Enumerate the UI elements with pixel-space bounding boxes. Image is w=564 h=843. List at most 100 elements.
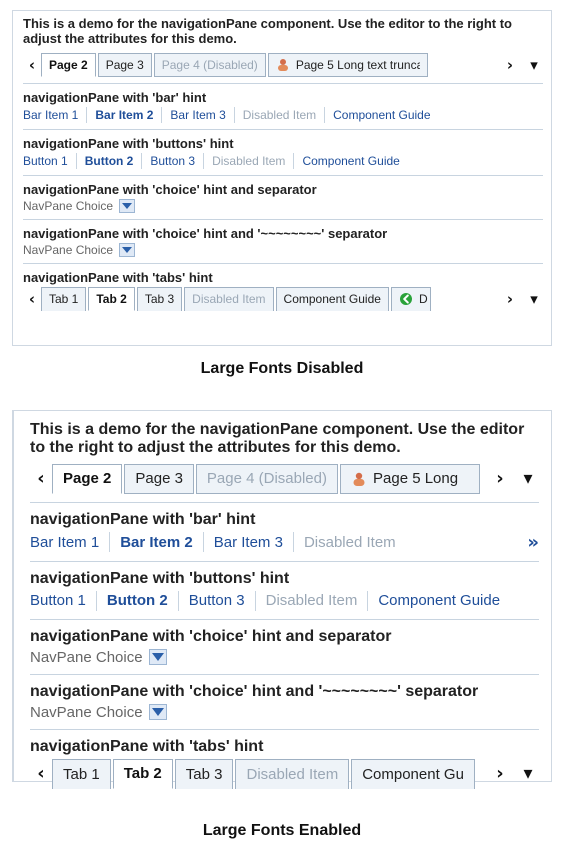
bar-item-3[interactable]: Bar Item 3 (214, 534, 283, 551)
section-bar: navigationPane with 'bar' hint Bar Item … (23, 90, 543, 123)
tabs-left-arrow-icon[interactable]: ‹ (23, 53, 41, 77)
nav-separator (203, 152, 205, 169)
button-component-guide[interactable]: Component Guide (378, 592, 500, 609)
bar-nav-row: Bar Item 1 Bar Item 2 Bar Item 3 Disable… (23, 106, 543, 123)
button-1[interactable]: Button 1 (30, 592, 86, 609)
tabs-row-left-arrow-icon[interactable]: ‹ (30, 759, 52, 789)
tab-label: Tab 2 (123, 765, 162, 783)
tab-component-guide[interactable]: Component Gu (351, 758, 475, 789)
buttons-nav-row: Button 1 Button 2 Button 3 Disabled Item… (30, 590, 539, 611)
tabs-row-right-arrow-icon[interactable]: › (489, 759, 511, 789)
section-hint: navigationPane with 'bar' hint (23, 89, 207, 105)
section-bar: navigationPane with 'bar' hint Bar Item … (30, 511, 539, 553)
button-2[interactable]: Button 2 (85, 154, 134, 168)
tab-label: Tab 1 (63, 765, 100, 783)
tabs-right-arrow-icon[interactable]: › (489, 464, 511, 494)
section-divider (30, 728, 539, 730)
tab-component-guide[interactable]: Component Guide (275, 286, 389, 311)
top-tab-page-4-disabled: Page 4 (Disabled) (153, 52, 266, 77)
bar-item-1[interactable]: Bar Item 1 (23, 108, 78, 122)
section-hint: navigationPane with 'buttons' hint (23, 135, 234, 151)
button-3[interactable]: Button 3 (189, 592, 245, 609)
section-tabs: navigationPane with 'tabs' hint ‹ Tab 1 … (23, 270, 543, 311)
tabs-menu-icon[interactable]: ▾ (525, 53, 543, 77)
dropdown-icon[interactable] (148, 704, 167, 721)
section-divider (23, 174, 543, 176)
tabs-row-left-arrow-icon[interactable]: ‹ (23, 287, 41, 311)
choice-label: NavPane Choice (30, 703, 143, 721)
top-tab-page-3[interactable]: Page 3 (97, 52, 152, 77)
buttons-nav-row: Button 1 Button 2 Button 3 Disabled Item… (23, 152, 543, 169)
caption-large-fonts-enabled: Large Fonts Enabled (202, 822, 362, 839)
button-3[interactable]: Button 3 (150, 154, 195, 168)
demo-panel-small: This is a demo for the navigationPane co… (12, 10, 552, 346)
top-tab-page-5-long[interactable]: Page 5 Long (340, 463, 480, 494)
choice-label: NavPane Choice (23, 198, 114, 213)
top-tab-page-2[interactable]: Page 2 (52, 463, 123, 494)
choice-row[interactable]: NavPane Choice (23, 242, 543, 257)
top-tabs: ‹ Page 2 Page 3 Page 4 (Disabled) Page 5… (23, 52, 543, 77)
button-2[interactable]: Button 2 (107, 592, 168, 609)
tabs-row-right-arrow-icon[interactable]: › (501, 287, 519, 311)
top-tab-label: Page 2 (49, 57, 88, 72)
tab-2[interactable]: Tab 2 (88, 286, 135, 311)
tab-2[interactable]: Tab 2 (112, 758, 173, 789)
person-icon (351, 471, 367, 487)
section-divider (23, 218, 543, 220)
tabs-right-controls: › ▾ (501, 53, 543, 77)
dropdown-icon[interactable] (119, 198, 136, 213)
choice-row[interactable]: NavPane Choice (30, 649, 539, 666)
top-tab-page-4-disabled: Page 4 (Disabled) (195, 463, 338, 494)
demo-intro-text: This is a demo for the navigationPane co… (30, 421, 525, 457)
tab-label: D (418, 292, 428, 307)
tab-3[interactable]: Tab 3 (136, 286, 183, 311)
bar-item-2[interactable]: Bar Item 2 (120, 534, 193, 551)
top-tab-label: Page 5 Long (373, 470, 459, 488)
tabs-left-arrow-icon[interactable]: ‹ (30, 464, 52, 494)
bar-item-2[interactable]: Bar Item 2 (95, 108, 153, 122)
tab-1[interactable]: Tab 1 (52, 758, 111, 789)
tab-label: Disabled Item (192, 292, 266, 307)
section-buttons: navigationPane with 'buttons' hint Butto… (23, 136, 543, 169)
button-component-guide[interactable]: Component Guide (302, 154, 399, 168)
tab-overflow-partial[interactable]: D (390, 286, 431, 311)
demo-intro-text: This is a demo for the navigationPane co… (23, 16, 512, 46)
tabs-right-arrow-icon[interactable]: › (501, 53, 519, 77)
bar-item-component-guide[interactable]: Component Guide (333, 108, 430, 122)
tab-label: Tab 3 (144, 292, 175, 307)
tabs-row-menu-icon[interactable]: ▾ (525, 287, 543, 311)
bar-item-disabled: Disabled Item (303, 533, 396, 551)
section-divider (23, 262, 543, 264)
choice-row[interactable]: NavPane Choice (23, 198, 543, 213)
top-tab-page-2[interactable]: Page 2 (41, 52, 96, 77)
tab-label: Component Guide (283, 292, 381, 307)
nav-separator (109, 532, 111, 553)
choice-row[interactable]: NavPane Choice (30, 704, 539, 721)
bar-item-3[interactable]: Bar Item 3 (170, 108, 225, 122)
top-tabs: ‹ Page 2 Page 3 Page 4 (Disabled) Page 5… (30, 463, 539, 494)
tab-label: Disabled Item (246, 765, 339, 783)
nav-separator (141, 152, 143, 169)
tabs-menu-icon[interactable]: ▾ (517, 464, 539, 494)
top-tab-label: Page 3 (105, 57, 144, 72)
dropdown-icon[interactable] (148, 649, 167, 666)
overflow-chevron-icon[interactable]: » (527, 532, 539, 553)
top-tab-label: Page 4 (Disabled) (206, 470, 327, 488)
section-tabs: navigationPane with 'tabs' hint ‹ Tab 1 … (30, 738, 539, 789)
section-choice-separator: navigationPane with 'choice' hint and se… (30, 628, 539, 666)
dropdown-icon[interactable] (119, 242, 136, 257)
nav-separator (324, 106, 326, 123)
section-buttons: navigationPane with 'buttons' hint Butto… (30, 570, 539, 611)
tab-label: Tab 3 (185, 765, 223, 783)
section-divider (23, 128, 543, 130)
tab-1[interactable]: Tab 1 (41, 286, 87, 311)
button-1[interactable]: Button 1 (23, 154, 68, 168)
tabs-row-menu-icon[interactable]: ▾ (517, 759, 539, 789)
top-tab-page-5-long[interactable]: Page 5 Long text truncat (267, 52, 428, 77)
top-tab-page-3[interactable]: Page 3 (124, 463, 194, 494)
tab-label: Component Gu (362, 765, 464, 783)
bar-item-1[interactable]: Bar Item 1 (30, 534, 99, 551)
demo-panel-large-inner: This is a demo for the navigationPane co… (14, 411, 551, 789)
tab-3[interactable]: Tab 3 (174, 758, 234, 789)
section-hint: navigationPane with 'choice' hint and se… (30, 627, 392, 645)
